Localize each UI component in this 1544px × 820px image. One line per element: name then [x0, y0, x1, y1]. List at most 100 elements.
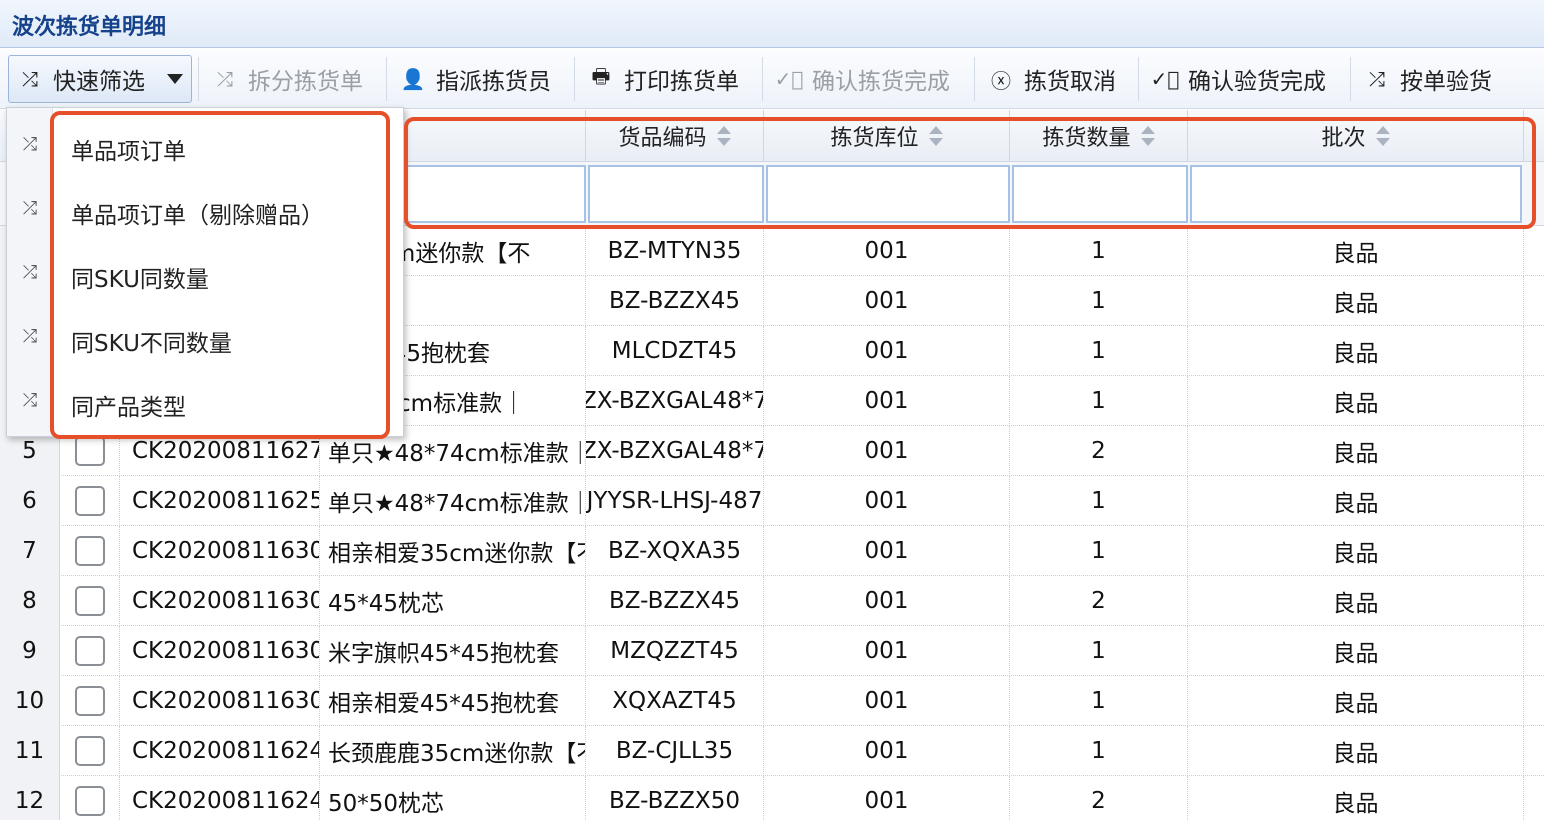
product-name-cell: 长颈鹿鹿35cm迷你款【不: [320, 726, 586, 776]
menu-item-label: 同产品类型: [71, 395, 186, 421]
table-row[interactable]: 9 CK20200811630 米字旗帜45*45抱枕套 MZQZZT45 001 1 良品: [0, 626, 1544, 676]
row-select-checkbox[interactable]: [74, 436, 105, 466]
window-title-bar: 波次拣货单明细: [0, 0, 1544, 48]
product-name-cell: 45*45枕芯: [320, 576, 586, 626]
pick-location-cell: 001: [764, 626, 1010, 676]
pick-location-cell: 001: [764, 326, 1010, 376]
batch-cell: 良品: [1188, 626, 1524, 676]
order-number-cell: CK20200811624: [120, 776, 320, 820]
header-product-code-label: 货品编码: [618, 126, 707, 151]
split-picklist-label: 拆分拣货单: [248, 69, 363, 95]
batch-cell: 良品: [1188, 276, 1524, 326]
header-product-code[interactable]: 货品编码: [586, 110, 764, 162]
header-batch[interactable]: 批次: [1188, 110, 1524, 162]
product-name-cell: 米字旗帜45*45抱枕套: [320, 626, 586, 676]
row-number: 12: [0, 776, 60, 820]
cancel-pick-button[interactable]: ⓧ 拣货取消: [986, 55, 1116, 103]
quick-filter-button[interactable]: ⤮ 快速筛选: [8, 55, 192, 103]
batch-cell: 良品: [1188, 426, 1524, 476]
shuffle-icon: ⤮: [22, 67, 38, 91]
pick-quantity-cell: 1: [1010, 376, 1188, 426]
order-number-cell: CK20200811625: [120, 476, 320, 526]
sort-icon[interactable]: [716, 125, 731, 147]
pick-location-cell: 001: [764, 226, 1010, 276]
table-row[interactable]: 6 CK20200811625 单只★48*74cm标准款｜ JYYSR-LHSJ-4…: [0, 476, 1544, 526]
pick-quantity-cell: 2: [1010, 426, 1188, 476]
product-code-cell: MZQZZT45: [586, 626, 764, 676]
shuffle-icon: ⤮: [1369, 67, 1385, 91]
row-select-checkbox[interactable]: [74, 536, 105, 566]
order-number-cell: CK20200811630: [120, 526, 320, 576]
sort-icon[interactable]: [928, 125, 943, 147]
row-select-checkbox[interactable]: [74, 786, 105, 816]
row-select-checkbox[interactable]: [74, 636, 105, 666]
table-row[interactable]: 12 CK20200811624 50*50枕芯 BZ-BZZX50 001 2 良品: [0, 776, 1544, 820]
table-row[interactable]: 10 CK20200811630 相亲相爱45*45抱枕套 XQXAZT45 001 1 良…: [0, 676, 1544, 726]
row-checkbox: [60, 726, 120, 776]
sort-icon[interactable]: [1375, 125, 1390, 147]
product-code-cell: BZ-CJLL35: [586, 726, 764, 776]
product-code-filter-input[interactable]: [588, 165, 764, 223]
menu-item-same-product-type[interactable]: ⤮ 同产品类型: [7, 370, 405, 434]
row-select-checkbox[interactable]: [74, 736, 105, 766]
pick-location-cell: 001: [764, 776, 1010, 820]
table-row[interactable]: 11 CK20200811624 长颈鹿鹿35cm迷你款【不 BZ-CJLL35 001…: [0, 726, 1544, 776]
order-number-cell: CK20200811630: [120, 676, 320, 726]
pick-quantity-filter-input[interactable]: [1012, 165, 1188, 223]
pick-location-filter-input[interactable]: [766, 165, 1010, 223]
split-picklist-button[interactable]: ⤮ 拆分拣货单: [210, 55, 363, 103]
row-checkbox: [60, 776, 120, 820]
row-checkbox: [60, 576, 120, 626]
pick-quantity-cell: 1: [1010, 626, 1188, 676]
row-select-checkbox[interactable]: [74, 586, 105, 616]
inspect-by-order-button[interactable]: ⤮ 按单验货: [1362, 55, 1492, 103]
row-number: 6: [0, 476, 60, 526]
toolbar-divider: [974, 57, 975, 101]
toolbar-divider: [574, 57, 575, 101]
print-picklist-button[interactable]: 🖶 打印拣货单: [586, 55, 739, 103]
assign-picker-button[interactable]: 👤 指派拣货员: [398, 55, 551, 103]
pick-quantity-cell: 2: [1010, 776, 1188, 820]
header-pick-quantity-label: 拣货数量: [1042, 126, 1131, 151]
toolbar-divider: [762, 57, 763, 101]
assign-picker-label: 指派拣货员: [436, 69, 551, 95]
menu-item-label: 同SKU不同数量: [71, 331, 232, 357]
batch-cell: 良品: [1188, 476, 1524, 526]
batch-cell: 良品: [1188, 576, 1524, 626]
pick-location-cell: 001: [764, 676, 1010, 726]
menu-item-same-sku-diff-qty[interactable]: ⤮ 同SKU不同数量: [7, 306, 405, 370]
pick-location-cell: 001: [764, 376, 1010, 426]
check-circle-icon: ✓⃝: [1150, 67, 1180, 91]
row-number: 7: [0, 526, 60, 576]
header-pick-quantity[interactable]: 拣货数量: [1010, 110, 1188, 162]
header-pick-location[interactable]: 拣货库位: [764, 110, 1010, 162]
menu-item-single-item-order[interactable]: ⤮ 单品项订单: [7, 114, 405, 178]
product-code-cell: ZX-BZXGAL48*7: [586, 426, 764, 476]
menu-item-single-item-order-no-gifts[interactable]: ⤮ 单品项订单（剔除赠品）: [7, 178, 405, 242]
batch-cell: 良品: [1188, 526, 1524, 576]
product-code-cell: BZ-BZZX45: [586, 576, 764, 626]
confirm-pick-complete-button[interactable]: ✓⃝ 确认拣货完成: [774, 55, 950, 103]
row-checkbox: [60, 476, 120, 526]
pick-quantity-cell: 1: [1010, 676, 1188, 726]
batch-cell: 良品: [1188, 226, 1524, 276]
batch-filter-input[interactable]: [1190, 165, 1522, 223]
table-row[interactable]: 8 CK20200811630 45*45枕芯 BZ-BZZX45 001 2 良品: [0, 576, 1544, 626]
shuffle-icon: ⤮: [22, 390, 38, 411]
sort-icon[interactable]: [1140, 125, 1155, 147]
product-code-cell: XQXAZT45: [586, 676, 764, 726]
row-select-checkbox[interactable]: [74, 686, 105, 716]
confirm-inspection-complete-button[interactable]: ✓⃝ 确认验货完成: [1150, 55, 1326, 103]
toolbar-divider: [1350, 57, 1351, 101]
row-select-checkbox[interactable]: [74, 486, 105, 516]
toolbar-divider: [198, 57, 199, 101]
header-batch-label: 批次: [1321, 126, 1366, 151]
pick-quantity-cell: 1: [1010, 726, 1188, 776]
menu-item-same-sku-same-qty[interactable]: ⤮ 同SKU同数量: [7, 242, 405, 306]
batch-cell: 良品: [1188, 676, 1524, 726]
table-row[interactable]: 7 CK20200811630 相亲相爱35cm迷你款【不 BZ-XQXA35 001 1…: [0, 526, 1544, 576]
check-circle-icon: ✓⃝: [774, 67, 804, 91]
product-code-cell: JYYSR-LHSJ-487: [586, 476, 764, 526]
menu-item-label: 单品项订单（剔除赠品）: [71, 203, 324, 229]
shuffle-icon: ⤮: [22, 326, 38, 347]
